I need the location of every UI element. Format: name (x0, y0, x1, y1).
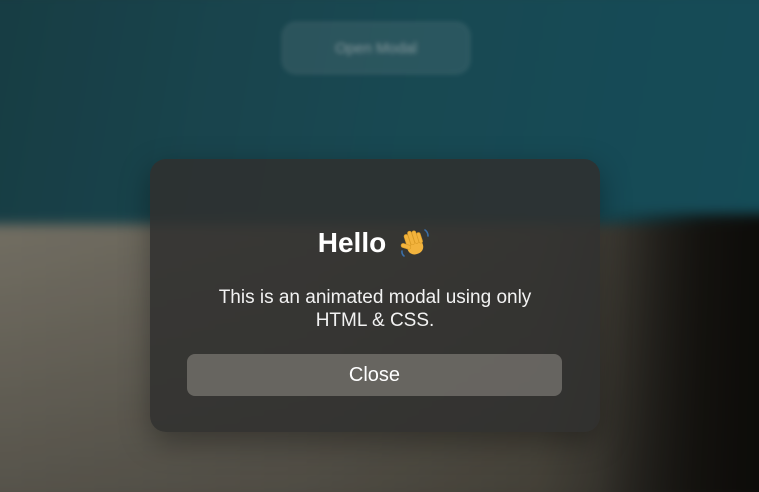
modal-message: This is an animated modal using only HTM… (218, 287, 532, 331)
modal-dialog: Hello This is an animated modal using on… (150, 159, 600, 432)
close-button[interactable]: Close (187, 354, 562, 396)
modal-title-text: Hello (317, 227, 387, 258)
modal-title: Hello (187, 225, 563, 261)
close-button-label: Close (348, 363, 401, 386)
screen: Open Modal Hello This is an animated mod… (0, 0, 759, 492)
waving-hand-icon (398, 226, 432, 260)
